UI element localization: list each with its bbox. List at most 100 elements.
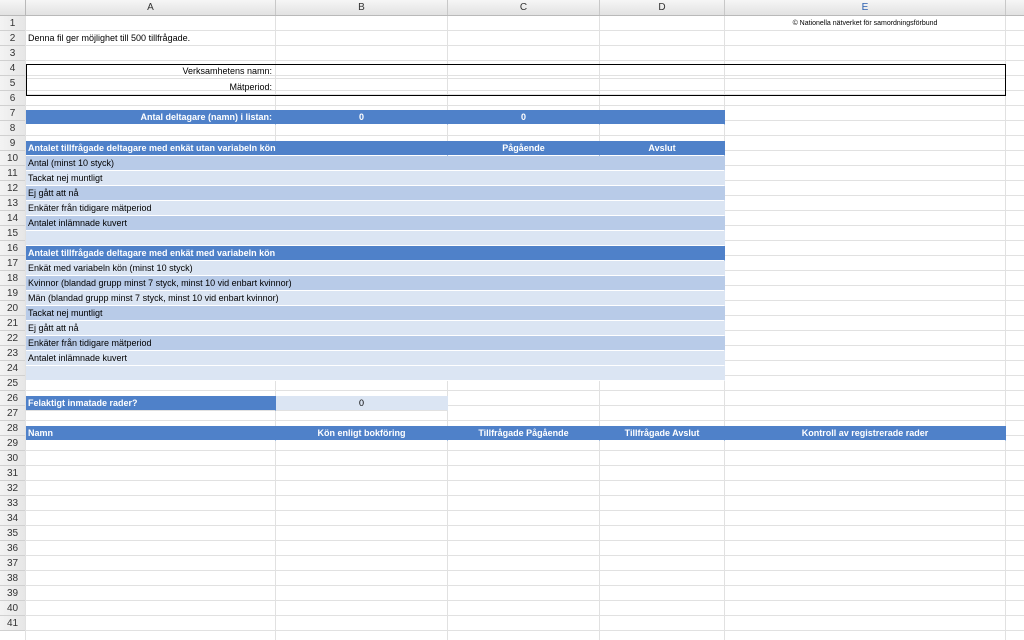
row-header[interactable]: 32 [0, 481, 26, 496]
row-header[interactable]: 20 [0, 301, 26, 316]
section2-title: Antalet tillfrågade deltagare med enkät … [26, 246, 725, 261]
row-9: Antalet tillfrågade deltagare med enkät … [26, 141, 1024, 156]
period-input[interactable] [276, 80, 1006, 95]
row-5: Mätperiod: [26, 80, 1024, 95]
row-22: Enkäter från tidigare mätperiod [26, 336, 1024, 351]
row-18: Kvinnor (blandad grupp minst 7 styck, mi… [26, 276, 1024, 291]
section1-col-ended: Avslut [600, 141, 725, 156]
column-header-d[interactable]: D [600, 0, 725, 15]
row-header[interactable]: 6 [0, 91, 26, 106]
section1-row-label[interactable]: Ej gått att nå [26, 186, 725, 201]
row-header[interactable]: 1 [0, 16, 26, 31]
grid-row [26, 616, 1024, 631]
row-header[interactable]: 15 [0, 226, 26, 241]
row-header[interactable]: 31 [0, 466, 26, 481]
row-header[interactable]: 18 [0, 271, 26, 286]
row-header[interactable]: 41 [0, 616, 26, 631]
period-label: Mätperiod: [26, 80, 276, 95]
section1-row-label[interactable]: Antalet inlämnade kuvert [26, 216, 725, 231]
column-header-c[interactable]: C [448, 0, 600, 15]
row-header[interactable]: 8 [0, 121, 26, 136]
section1-spacer-row[interactable] [26, 231, 725, 246]
column-header-b[interactable]: B [276, 0, 448, 15]
row-header[interactable]: 30 [0, 451, 26, 466]
select-all-corner[interactable] [0, 0, 26, 15]
row-header[interactable]: 24 [0, 361, 26, 376]
row-24 [26, 366, 1024, 381]
row-header[interactable]: 26 [0, 391, 26, 406]
section2-row-label[interactable]: Tackat nej muntligt [26, 306, 725, 321]
section2-row-label[interactable]: Enkät med variabeln kön (minst 10 styck) [26, 261, 725, 276]
row-header[interactable]: 7 [0, 106, 26, 121]
row-4: Verksamhetens namn: [26, 64, 1024, 79]
org-name-input[interactable] [276, 64, 1006, 79]
row-header[interactable]: 3 [0, 46, 26, 61]
row-header[interactable]: 16 [0, 241, 26, 256]
row-header[interactable]: 9 [0, 136, 26, 151]
section1-row-label[interactable]: Tackat nej muntligt [26, 171, 725, 186]
row-2: Denna fil ger möjlighet till 500 tillfrå… [26, 31, 1024, 46]
row-header[interactable]: 19 [0, 286, 26, 301]
section2-row-label[interactable]: Ej gått att nå [26, 321, 725, 336]
grid-row [26, 526, 1024, 541]
row-header[interactable]: 17 [0, 256, 26, 271]
column-header-f[interactable] [1006, 0, 1024, 15]
row-header[interactable]: 39 [0, 586, 26, 601]
participants-value-c[interactable]: 0 [448, 110, 600, 125]
section2-row-label[interactable]: Antalet inlämnade kuvert [26, 351, 725, 366]
participants-value-d[interactable] [600, 110, 725, 125]
errors-label: Felaktigt inmatade rader? [26, 396, 276, 411]
section1-row-label[interactable]: Antal (minst 10 styck) [26, 156, 725, 171]
row-header[interactable]: 34 [0, 511, 26, 526]
column-header-a[interactable]: A [26, 0, 276, 15]
row-header[interactable]: 38 [0, 571, 26, 586]
copyright-text: © Nationella nätverket för samordningsfö… [725, 16, 1006, 31]
row-header[interactable]: 5 [0, 76, 26, 91]
spreadsheet: A B C D E 1 2 3 4 5 6 7 8 9 10 11 12 13 14 15 16 17 18 19 2… [0, 0, 1024, 640]
row-header[interactable]: 40 [0, 601, 26, 616]
section2-row-label[interactable]: Enkäter från tidigare mätperiod [26, 336, 725, 351]
row-header[interactable]: 12 [0, 181, 26, 196]
grid-row [26, 451, 1024, 466]
row-10: Antal (minst 10 styck) [26, 156, 1024, 171]
section1-col-ongoing: Pågående [448, 141, 600, 156]
row-header[interactable]: 22 [0, 331, 26, 346]
row-header[interactable]: 37 [0, 556, 26, 571]
row-header[interactable]: 33 [0, 496, 26, 511]
section2-row-label[interactable]: Män (blandad grupp minst 7 styck, minst … [26, 291, 725, 306]
header-name: Namn [26, 426, 276, 441]
header-gender: Kön enligt bokföring [276, 426, 448, 441]
row-1: © Nationella nätverket för samordningsfö… [26, 16, 1024, 31]
row-header[interactable]: 23 [0, 346, 26, 361]
row-header[interactable]: 29 [0, 436, 26, 451]
grid-row [26, 496, 1024, 511]
row-header[interactable]: 13 [0, 196, 26, 211]
row-header[interactable]: 25 [0, 376, 26, 391]
row-16: Antalet tillfrågade deltagare med enkät … [26, 246, 1024, 261]
errors-value[interactable]: 0 [276, 396, 448, 411]
section1-row-label[interactable]: Enkäter från tidigare mätperiod [26, 201, 725, 216]
section2-spacer-row[interactable] [26, 366, 725, 381]
intro-text[interactable]: Denna fil ger möjlighet till 500 tillfrå… [26, 31, 276, 46]
row-header[interactable]: 4 [0, 61, 26, 76]
row-header[interactable]: 28 [0, 421, 26, 436]
header-asked-ongoing: Tillfrågade Pågående [448, 426, 600, 441]
participants-value-b[interactable]: 0 [276, 110, 448, 125]
row-header[interactable]: 2 [0, 31, 26, 46]
row-11: Tackat nej muntligt [26, 171, 1024, 186]
grid-row [26, 511, 1024, 526]
grid-row [26, 46, 1024, 61]
row-header[interactable]: 35 [0, 526, 26, 541]
row-header[interactable]: 21 [0, 316, 26, 331]
row-header[interactable]: 14 [0, 211, 26, 226]
grid-row [26, 481, 1024, 496]
column-header-e[interactable]: E [725, 0, 1006, 15]
row-header[interactable]: 27 [0, 406, 26, 421]
row-17: Enkät med variabeln kön (minst 10 styck) [26, 261, 1024, 276]
row-header[interactable]: 36 [0, 541, 26, 556]
row-20: Tackat nej muntligt [26, 306, 1024, 321]
row-26: Felaktigt inmatade rader? 0 [26, 396, 1024, 411]
row-header[interactable]: 10 [0, 151, 26, 166]
section2-row-label[interactable]: Kvinnor (blandad grupp minst 7 styck, mi… [26, 276, 725, 291]
row-header[interactable]: 11 [0, 166, 26, 181]
